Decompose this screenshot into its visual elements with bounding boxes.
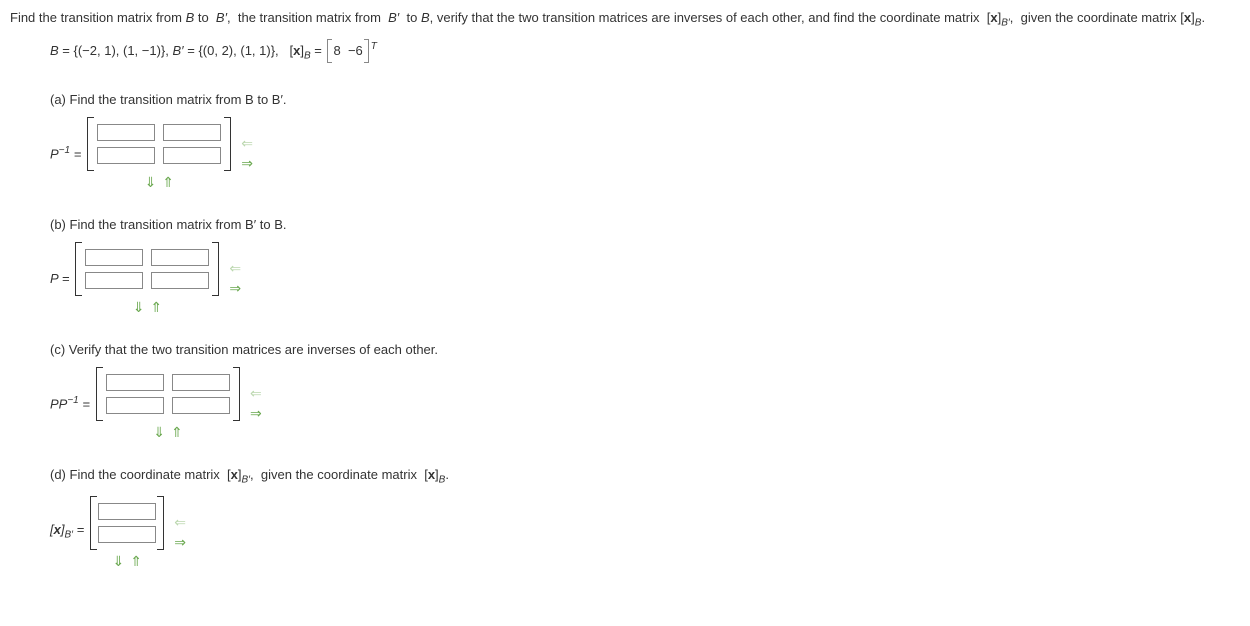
part-d-col-add-icon[interactable]: ⇒ [174,535,186,549]
part-d-matrix [90,496,164,550]
part-a-row-add-icon[interactable]: ⇓ [145,175,157,189]
B-label: B [50,42,59,57]
given-line: B = {(−2, 1), (1, −1)}, B′ = {(0, 2), (1… [50,39,1240,64]
B-set: = {(−2, 1), (1, −1)}, [62,42,169,57]
part-a-lhs: P−1 = [50,145,81,161]
xB-val-0: 8 [333,41,340,62]
part-b-col-add-icon[interactable]: ⇒ [229,281,241,295]
part-b-row-add-icon[interactable]: ⇓ [133,300,145,314]
part-a-cell-01[interactable] [163,124,221,141]
part-b-cell-11[interactable] [151,272,209,289]
part-b-cell-00[interactable] [85,249,143,266]
xB-matrix: 8 −6 [327,39,368,64]
part-a-col-add-icon[interactable]: ⇒ [241,156,253,170]
part-a-cell-11[interactable] [163,147,221,164]
transpose-mark: T [371,41,377,52]
part-c-row-remove-icon[interactable]: ⇑ [171,425,183,439]
part-c-matrix [96,367,240,421]
part-d-row-add-icon[interactable]: ⇓ [113,554,125,568]
Bprime-label: B′ [173,42,184,57]
question-intro: Find the transition matrix from B to B′,… [10,8,1240,31]
part-c-lhs: PP−1 = [50,395,90,411]
part-d-cell-1[interactable] [98,526,156,543]
part-b-col-remove-icon[interactable]: ⇐ [229,261,241,275]
xB-val-1: −6 [348,41,363,62]
part-a-label: (a) Find the transition matrix from B to… [50,92,1240,107]
part-a-cell-00[interactable] [97,124,155,141]
part-b-cell-01[interactable] [151,249,209,266]
part-b-row-remove-icon[interactable]: ⇑ [150,300,162,314]
part-c-label: (c) Verify that the two transition matri… [50,342,1240,357]
part-c-cell-11[interactable] [172,397,230,414]
part-b-answer: P = ⇓ ⇑ ⇐ ⇒ [50,242,1240,314]
part-a-col-remove-icon[interactable]: ⇐ [241,136,253,150]
part-c-row-add-icon[interactable]: ⇓ [153,425,165,439]
part-b-cell-10[interactable] [85,272,143,289]
part-d-row-remove-icon[interactable]: ⇑ [130,554,142,568]
part-a-cell-10[interactable] [97,147,155,164]
part-d-answer: [x]B′ = ⇓ ⇑ ⇐ ⇒ [50,496,1240,568]
part-a-row-remove-icon[interactable]: ⇑ [162,175,174,189]
part-b-matrix [75,242,219,296]
part-c-col-add-icon[interactable]: ⇒ [250,406,262,420]
part-b-lhs: P = [50,271,69,286]
part-a-answer: P−1 = ⇓ ⇑ ⇐ ⇒ [50,117,1240,189]
part-c-cell-00[interactable] [106,374,164,391]
part-b-label: (b) Find the transition matrix from B′ t… [50,217,1240,232]
part-d-cell-0[interactable] [98,503,156,520]
part-d-col-remove-icon[interactable]: ⇐ [174,515,186,529]
part-c-cell-10[interactable] [106,397,164,414]
Bprime-set: = {(0, 2), (1, 1)}, [187,42,278,57]
part-c-col-remove-icon[interactable]: ⇐ [250,386,262,400]
part-c-cell-01[interactable] [172,374,230,391]
part-c-answer: PP−1 = ⇓ ⇑ ⇐ ⇒ [50,367,1240,439]
part-d-label: (d) Find the coordinate matrix [x]B′, gi… [50,467,1240,486]
part-d-lhs: [x]B′ = [50,522,84,541]
part-a-matrix [87,117,231,171]
